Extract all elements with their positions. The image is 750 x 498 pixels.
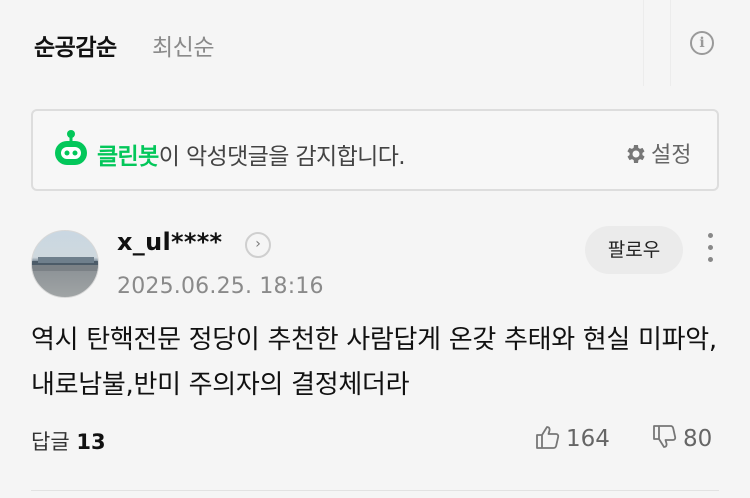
like-count: 164 [566, 426, 610, 452]
chevron-right-icon[interactable]: › [245, 232, 271, 258]
comment-timestamp: 2025.06.25. 18:16 [117, 274, 324, 299]
settings-label: 설정 [651, 143, 692, 168]
reply-count: 13 [76, 430, 106, 454]
reply-button[interactable]: 답글 13 [31, 426, 106, 456]
like-button[interactable]: 164 [534, 424, 610, 452]
sort-by-likes-tab[interactable]: 순공감순 [34, 28, 117, 62]
robot-icon [55, 130, 87, 165]
sort-bar: 순공감순 최신순 i [0, 0, 750, 90]
gear-icon [627, 145, 645, 163]
comment-author[interactable]: x_ul**** [117, 228, 222, 256]
dislike-count: 80 [683, 426, 713, 452]
cleanbot-description: 이 악성댓글을 감지합니다. [158, 144, 406, 170]
cleanbot-settings-button[interactable]: 설정 [623, 137, 691, 169]
follow-button[interactable]: 팔로우 [585, 226, 683, 274]
comment-item: x_ul**** › 2025.06.25. 18:16 팔로우 역시 탄핵전문… [0, 210, 750, 490]
cleanbot-banner: 클린봇이 악성댓글을 감지합니다. 설정 [31, 109, 719, 191]
avatar[interactable] [31, 230, 99, 298]
divider [670, 0, 671, 86]
more-options-icon[interactable] [702, 230, 718, 270]
thumbs-up-icon [536, 426, 560, 449]
sort-by-latest-tab[interactable]: 최신순 [152, 28, 214, 62]
comment-text: 역시 탄핵전문 정당이 추천한 사람답게 온갖 추태와 현실 미파악,내로남불,… [31, 325, 717, 400]
cleanbot-message: 클린봇이 악성댓글을 감지합니다. [97, 137, 406, 171]
dislike-button[interactable]: 80 [651, 424, 712, 452]
info-icon[interactable]: i [690, 31, 714, 55]
divider [31, 490, 719, 491]
cleanbot-name: 클린봇 [97, 144, 159, 170]
thumbs-down-icon [653, 425, 677, 448]
avatar-image [32, 257, 98, 271]
reply-label: 답글 [31, 430, 70, 454]
divider [643, 0, 644, 86]
